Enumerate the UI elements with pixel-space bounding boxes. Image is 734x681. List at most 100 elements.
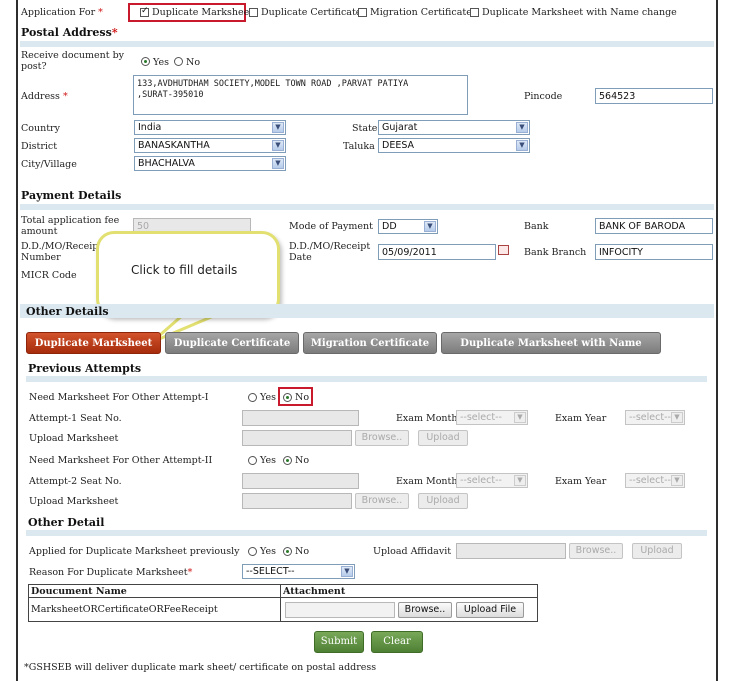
mode-of-payment-select[interactable]: DD ▼	[378, 219, 438, 234]
chevron-down-icon: ▼	[341, 566, 353, 577]
exam-year-label: Exam Year	[555, 413, 607, 424]
exam-month-label: Exam Month	[396, 413, 458, 424]
tab-duplicate-marksheet[interactable]: Duplicate Marksheet	[26, 332, 161, 354]
chevron-down-icon: ▼	[272, 140, 284, 151]
city-label: City/Village	[21, 159, 77, 170]
tab-duplicate-certificate[interactable]: Duplicate Certificate	[165, 332, 299, 354]
attempt1-yes-radio[interactable]	[248, 393, 257, 402]
seat2-input[interactable]	[242, 473, 359, 489]
affidavit-file[interactable]	[456, 543, 566, 559]
dd-date-label: D.D./MO/Receipt	[289, 241, 371, 252]
browse-button[interactable]: Browse..	[355, 493, 409, 509]
chevron-down-icon: ▼	[671, 475, 683, 486]
state-label: State	[352, 123, 378, 134]
reason-label: Reason For Duplicate Marksheet*	[29, 567, 193, 578]
pincode-label: Pincode	[524, 91, 563, 102]
dd-date-input[interactable]: 05/09/2011	[378, 244, 496, 260]
receive-yes-radio[interactable]	[141, 57, 150, 66]
other-detail-heading: Other Detail	[28, 516, 105, 529]
taluka-value: DEESA	[382, 140, 415, 151]
calendar-icon[interactable]	[498, 245, 509, 255]
upload-file-button[interactable]: Upload File	[456, 602, 524, 618]
upload-marksheet-1-file[interactable]	[242, 430, 352, 446]
exam-month-value: --select--	[460, 475, 502, 486]
browse-button[interactable]: Browse..	[355, 430, 409, 446]
dd-number-label-2: Number	[21, 252, 61, 263]
attempt2-no-radio[interactable]	[283, 456, 292, 465]
doc-name-cell: MarksheetORCertificateORFeeReceipt	[28, 597, 281, 622]
country-label: Country	[21, 123, 60, 134]
receive-yes-label: Yes	[153, 57, 169, 68]
state-select[interactable]: Gujarat ▼	[378, 120, 530, 135]
chevron-down-icon: ▼	[514, 412, 526, 423]
section-divider	[26, 530, 707, 536]
migration-certificate-checkbox[interactable]	[358, 8, 367, 17]
tab-migration-certificate[interactable]: Migration Certificate	[303, 332, 437, 354]
receive-no-radio[interactable]	[174, 57, 183, 66]
browse-button[interactable]: Browse..	[569, 543, 623, 559]
attempt1-no-label: No	[295, 392, 310, 403]
need-attempt2-label: Need Marksheet For Other Attempt-II	[29, 455, 213, 466]
chevron-down-icon: ▼	[516, 122, 528, 133]
section-divider	[20, 204, 714, 210]
exam-year-select[interactable]: --select-- ▼	[625, 410, 685, 425]
exam-month-value: --select--	[460, 412, 502, 423]
chevron-down-icon: ▼	[671, 412, 683, 423]
attempt2-no-label: No	[295, 455, 310, 466]
taluka-label: Taluka	[343, 141, 375, 152]
address-textarea[interactable]: 133,AVDHUTDHAM SOCIETY,MODEL TOWN ROAD ,…	[133, 75, 468, 115]
exam-year-label: Exam Year	[555, 476, 607, 487]
upload-marksheet-label: Upload Marksheet	[29, 496, 119, 507]
attempt1-no-radio[interactable]	[283, 393, 292, 402]
address-line-1: 133,AVDHUTDHAM SOCIETY,MODEL TOWN ROAD ,…	[137, 79, 409, 89]
exam-month-select[interactable]: --select-- ▼	[456, 410, 528, 425]
payment-details-heading: Payment Details	[21, 189, 122, 202]
clear-button[interactable]: Clear	[371, 631, 423, 653]
reason-select[interactable]: --SELECT-- ▼	[242, 564, 355, 579]
postal-address-heading: Postal Address*	[21, 26, 118, 39]
applied-yes-radio[interactable]	[248, 547, 257, 556]
callout-text: Click to fill details	[131, 263, 238, 277]
district-select[interactable]: BANASKANTHA ▼	[134, 138, 286, 153]
submit-button[interactable]: Submit	[314, 631, 364, 653]
doc-name-header: Doucument Name	[28, 584, 281, 598]
tab-duplicate-name-change[interactable]: Duplicate Marksheet with Name Change	[441, 332, 661, 371]
duplicate-name-change-checkbox[interactable]	[470, 8, 479, 17]
applied-previously-label: Applied for Duplicate Marksheet previous…	[29, 546, 240, 557]
attachment-file[interactable]	[285, 602, 395, 618]
duplicate-certificate-checkbox[interactable]	[249, 8, 258, 17]
pincode-input[interactable]: 564523	[595, 88, 713, 104]
exam-year-select-2[interactable]: --select-- ▼	[625, 473, 685, 488]
upload-button[interactable]: Upload	[418, 430, 468, 446]
upload-marksheet-2-file[interactable]	[242, 493, 352, 509]
state-value: Gujarat	[382, 122, 418, 133]
duplicate-certificate-option: Duplicate Certificate	[261, 7, 362, 18]
chevron-down-icon: ▼	[272, 158, 284, 169]
exam-year-value: --select--	[629, 412, 671, 423]
country-select[interactable]: India ▼	[134, 120, 286, 135]
seat1-label: Attempt-1 Seat No.	[29, 413, 122, 424]
need-attempt1-label: Need Marksheet For Other Attempt-I	[29, 392, 209, 403]
city-select[interactable]: BHACHALVA ▼	[134, 156, 286, 171]
applied-no-radio[interactable]	[283, 547, 292, 556]
bank-branch-input[interactable]: INFOCITY GANDHINAGA	[595, 244, 713, 260]
browse-button[interactable]: Browse..	[398, 602, 452, 618]
bank-label: Bank	[524, 221, 549, 232]
section-divider	[20, 41, 714, 47]
other-details-heading: Other Details	[26, 305, 109, 318]
duplicate-marksheet-checkbox[interactable]	[140, 6, 149, 17]
taluka-select[interactable]: DEESA ▼	[378, 138, 530, 153]
dd-date-label-2: Date	[289, 252, 312, 263]
attempt2-yes-radio[interactable]	[248, 456, 257, 465]
district-value: BANASKANTHA	[138, 140, 210, 151]
exam-month-select-2[interactable]: --select-- ▼	[456, 473, 528, 488]
section-divider	[26, 376, 707, 382]
bank-input[interactable]: BANK OF BARODA	[595, 218, 713, 234]
footer-note: *GSHSEB will deliver duplicate mark shee…	[24, 662, 377, 673]
upload-button[interactable]: Upload	[632, 543, 682, 559]
seat1-input[interactable]	[242, 410, 359, 426]
chevron-down-icon: ▼	[272, 122, 284, 133]
exam-year-value: --select--	[629, 475, 671, 486]
applied-no-label: No	[295, 546, 310, 557]
upload-button[interactable]: Upload	[418, 493, 468, 509]
